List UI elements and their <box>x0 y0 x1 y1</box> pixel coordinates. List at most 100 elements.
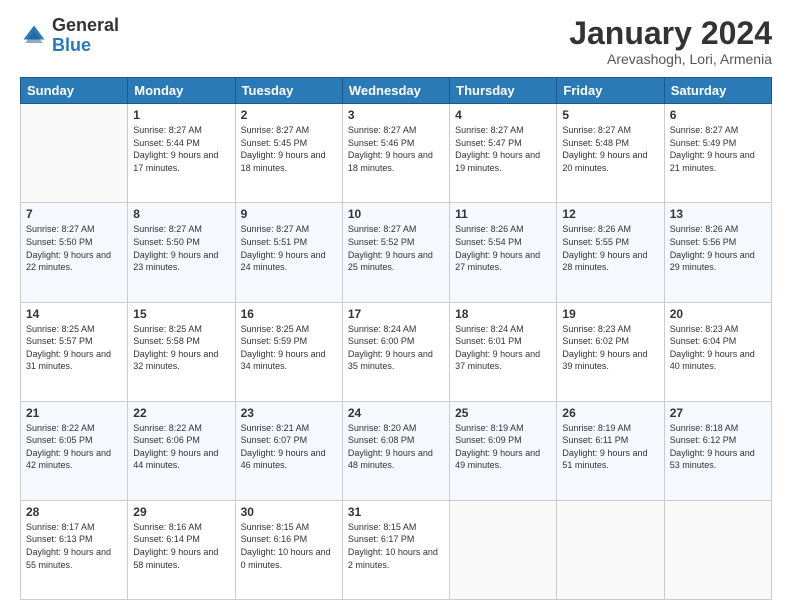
day-number: 4 <box>455 108 551 122</box>
day-info: Sunrise: 8:18 AMSunset: 6:12 PMDaylight:… <box>670 423 755 471</box>
calendar-cell: 3 Sunrise: 8:27 AMSunset: 5:46 PMDaylight… <box>342 104 449 203</box>
calendar-cell: 31 Sunrise: 8:15 AMSunset: 6:17 PMDayligh… <box>342 500 449 599</box>
day-info: Sunrise: 8:27 AMSunset: 5:50 PMDaylight:… <box>26 224 111 272</box>
day-info: Sunrise: 8:23 AMSunset: 6:02 PMDaylight:… <box>562 324 647 372</box>
calendar-cell: 10 Sunrise: 8:27 AMSunset: 5:52 PMDayligh… <box>342 203 449 302</box>
day-info: Sunrise: 8:27 AMSunset: 5:46 PMDaylight:… <box>348 125 433 173</box>
day-number: 11 <box>455 207 551 221</box>
day-info: Sunrise: 8:25 AMSunset: 5:58 PMDaylight:… <box>133 324 218 372</box>
calendar-cell: 1 Sunrise: 8:27 AMSunset: 5:44 PMDaylight… <box>128 104 235 203</box>
day-info: Sunrise: 8:15 AMSunset: 6:17 PMDaylight:… <box>348 522 438 570</box>
calendar-cell: 20 Sunrise: 8:23 AMSunset: 6:04 PMDayligh… <box>664 302 771 401</box>
calendar-cell: 8 Sunrise: 8:27 AMSunset: 5:50 PMDaylight… <box>128 203 235 302</box>
day-number: 5 <box>562 108 658 122</box>
calendar-cell: 14Sunrise: 8:25 AMSunset: 5:57 PMDayligh… <box>21 302 128 401</box>
day-number: 3 <box>348 108 444 122</box>
calendar-cell: 21Sunrise: 8:22 AMSunset: 6:05 PMDayligh… <box>21 401 128 500</box>
calendar-cell: 7 Sunrise: 8:27 AMSunset: 5:50 PMDaylight… <box>21 203 128 302</box>
day-info: Sunrise: 8:27 AMSunset: 5:44 PMDaylight:… <box>133 125 218 173</box>
day-number: 31 <box>348 505 444 519</box>
calendar-cell: 29 Sunrise: 8:16 AMSunset: 6:14 PMDayligh… <box>128 500 235 599</box>
logo-icon <box>20 22 48 50</box>
calendar-cell: 23Sunrise: 8:21 AMSunset: 6:07 PMDayligh… <box>235 401 342 500</box>
day-number: 8 <box>133 207 229 221</box>
day-number: 29 <box>133 505 229 519</box>
weekday-header-sunday: Sunday <box>21 78 128 104</box>
day-number: 15 <box>133 307 229 321</box>
calendar-cell: 16 Sunrise: 8:25 AMSunset: 5:59 PMDayligh… <box>235 302 342 401</box>
day-number: 22 <box>133 406 229 420</box>
calendar-cell: 22 Sunrise: 8:22 AMSunset: 6:06 PMDayligh… <box>128 401 235 500</box>
day-number: 9 <box>241 207 337 221</box>
day-info: Sunrise: 8:26 AMSunset: 5:55 PMDaylight:… <box>562 224 647 272</box>
day-info: Sunrise: 8:23 AMSunset: 6:04 PMDaylight:… <box>670 324 755 372</box>
calendar-cell: 18Sunrise: 8:24 AMSunset: 6:01 PMDayligh… <box>450 302 557 401</box>
day-number: 19 <box>562 307 658 321</box>
day-info: Sunrise: 8:25 AMSunset: 5:57 PMDaylight:… <box>26 324 111 372</box>
weekday-header-saturday: Saturday <box>664 78 771 104</box>
day-info: Sunrise: 8:27 AMSunset: 5:51 PMDaylight:… <box>241 224 326 272</box>
day-info: Sunrise: 8:22 AMSunset: 6:06 PMDaylight:… <box>133 423 218 471</box>
location-subtitle: Arevashogh, Lori, Armenia <box>569 51 772 67</box>
day-info: Sunrise: 8:22 AMSunset: 6:05 PMDaylight:… <box>26 423 111 471</box>
day-number: 12 <box>562 207 658 221</box>
calendar-cell: 12 Sunrise: 8:26 AMSunset: 5:55 PMDayligh… <box>557 203 664 302</box>
calendar-cell <box>557 500 664 599</box>
calendar-cell <box>21 104 128 203</box>
day-number: 1 <box>133 108 229 122</box>
day-info: Sunrise: 8:25 AMSunset: 5:59 PMDaylight:… <box>241 324 326 372</box>
month-title: January 2024 <box>569 16 772 51</box>
day-number: 27 <box>670 406 766 420</box>
title-block: January 2024 Arevashogh, Lori, Armenia <box>569 16 772 67</box>
day-number: 20 <box>670 307 766 321</box>
day-number: 25 <box>455 406 551 420</box>
day-number: 7 <box>26 207 122 221</box>
calendar-cell: 26 Sunrise: 8:19 AMSunset: 6:11 PMDayligh… <box>557 401 664 500</box>
day-info: Sunrise: 8:26 AMSunset: 5:54 PMDaylight:… <box>455 224 540 272</box>
day-number: 18 <box>455 307 551 321</box>
day-number: 13 <box>670 207 766 221</box>
day-info: Sunrise: 8:19 AMSunset: 6:11 PMDaylight:… <box>562 423 647 471</box>
calendar-cell: 13Sunrise: 8:26 AMSunset: 5:56 PMDayligh… <box>664 203 771 302</box>
week-row-3: 21Sunrise: 8:22 AMSunset: 6:05 PMDayligh… <box>21 401 772 500</box>
day-info: Sunrise: 8:16 AMSunset: 6:14 PMDaylight:… <box>133 522 218 570</box>
week-row-0: 1 Sunrise: 8:27 AMSunset: 5:44 PMDaylight… <box>21 104 772 203</box>
calendar-cell: 24Sunrise: 8:20 AMSunset: 6:08 PMDayligh… <box>342 401 449 500</box>
calendar-cell: 9 Sunrise: 8:27 AMSunset: 5:51 PMDaylight… <box>235 203 342 302</box>
day-info: Sunrise: 8:27 AMSunset: 5:50 PMDaylight:… <box>133 224 218 272</box>
day-info: Sunrise: 8:27 AMSunset: 5:52 PMDaylight:… <box>348 224 433 272</box>
weekday-header-monday: Monday <box>128 78 235 104</box>
calendar-cell: 15 Sunrise: 8:25 AMSunset: 5:58 PMDayligh… <box>128 302 235 401</box>
day-number: 17 <box>348 307 444 321</box>
week-row-1: 7 Sunrise: 8:27 AMSunset: 5:50 PMDaylight… <box>21 203 772 302</box>
day-info: Sunrise: 8:19 AMSunset: 6:09 PMDaylight:… <box>455 423 540 471</box>
day-number: 30 <box>241 505 337 519</box>
day-number: 6 <box>670 108 766 122</box>
page: General Blue January 2024 Arevashogh, Lo… <box>0 0 792 612</box>
day-info: Sunrise: 8:15 AMSunset: 6:16 PMDaylight:… <box>241 522 331 570</box>
day-number: 16 <box>241 307 337 321</box>
day-number: 23 <box>241 406 337 420</box>
weekday-header-thursday: Thursday <box>450 78 557 104</box>
day-number: 10 <box>348 207 444 221</box>
calendar-cell: 28 Sunrise: 8:17 AMSunset: 6:13 PMDayligh… <box>21 500 128 599</box>
day-info: Sunrise: 8:27 AMSunset: 5:48 PMDaylight:… <box>562 125 647 173</box>
day-info: Sunrise: 8:27 AMSunset: 5:49 PMDaylight:… <box>670 125 755 173</box>
calendar-cell <box>664 500 771 599</box>
weekday-header-tuesday: Tuesday <box>235 78 342 104</box>
logo-general-text: General <box>52 15 119 35</box>
calendar-cell: 17Sunrise: 8:24 AMSunset: 6:00 PMDayligh… <box>342 302 449 401</box>
day-number: 28 <box>26 505 122 519</box>
day-info: Sunrise: 8:27 AMSunset: 5:45 PMDaylight:… <box>241 125 326 173</box>
logo-blue-text: Blue <box>52 35 91 55</box>
calendar-table: SundayMondayTuesdayWednesdayThursdayFrid… <box>20 77 772 600</box>
weekday-header-wednesday: Wednesday <box>342 78 449 104</box>
day-number: 26 <box>562 406 658 420</box>
calendar-cell: 27 Sunrise: 8:18 AMSunset: 6:12 PMDayligh… <box>664 401 771 500</box>
calendar-cell: 11 Sunrise: 8:26 AMSunset: 5:54 PMDayligh… <box>450 203 557 302</box>
calendar-cell: 5 Sunrise: 8:27 AMSunset: 5:48 PMDaylight… <box>557 104 664 203</box>
header: General Blue January 2024 Arevashogh, Lo… <box>20 16 772 67</box>
day-info: Sunrise: 8:17 AMSunset: 6:13 PMDaylight:… <box>26 522 111 570</box>
calendar-cell: 4Sunrise: 8:27 AMSunset: 5:47 PMDaylight… <box>450 104 557 203</box>
week-row-4: 28 Sunrise: 8:17 AMSunset: 6:13 PMDayligh… <box>21 500 772 599</box>
